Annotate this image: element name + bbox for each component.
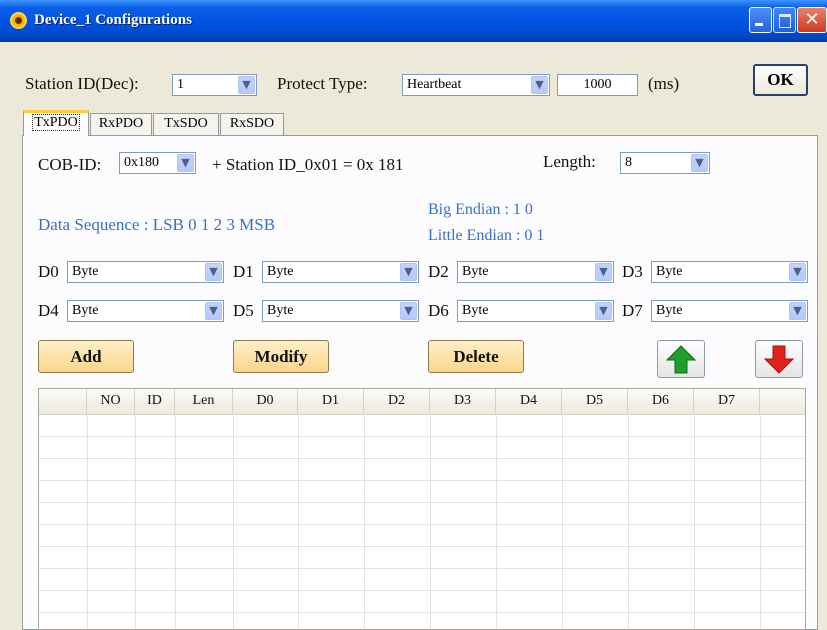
grid-line (496, 414, 497, 629)
d7-type-select[interactable]: Byte ▼ (651, 300, 808, 322)
protect-type-select[interactable]: Heartbeat ▼ (402, 74, 550, 96)
d2-type-select[interactable]: Byte ▼ (457, 261, 614, 283)
d6-label: D6 (428, 301, 449, 320)
d5-label: D5 (233, 301, 254, 320)
configuration-window: Device_1 Configurations ✕ Station ID(Dec… (0, 0, 827, 630)
d0-label: D0 (38, 262, 59, 281)
tab-rxsdo[interactable]: RxSDO (220, 113, 284, 135)
d2-label: D2 (428, 262, 449, 281)
chevron-down-icon[interactable]: ▼ (205, 263, 222, 281)
d1-type-select[interactable]: Byte ▼ (262, 261, 419, 283)
col-header-id[interactable]: ID (135, 389, 175, 414)
station-id-label: Station ID(Dec): (25, 74, 139, 93)
ok-button[interactable]: OK (753, 64, 808, 96)
pdo-table[interactable]: NO ID Len D0 D1 D2 D3 D4 D5 D6 D7 (38, 388, 806, 630)
big-endian-text: Big Endian : 1 0 (428, 201, 533, 218)
chevron-down-icon[interactable]: ▼ (400, 263, 417, 281)
row-selector-header (39, 389, 87, 414)
grid-line (87, 414, 88, 629)
col-header-d7[interactable]: D7 (694, 389, 760, 414)
grid-line (39, 524, 805, 525)
d1-label: D1 (233, 262, 254, 281)
col-header-d4[interactable]: D4 (496, 389, 562, 414)
add-button[interactable]: Add (38, 340, 134, 373)
grid-line (39, 612, 805, 613)
grid-line (760, 414, 761, 629)
col-header-len[interactable]: Len (175, 389, 233, 414)
move-down-button[interactable] (755, 340, 803, 378)
station-id-select[interactable]: 1 ▼ (172, 74, 257, 96)
cob-id-label: COB-ID: (38, 155, 102, 174)
delete-button[interactable]: Delete (428, 340, 524, 373)
d7-label: D7 (622, 301, 643, 320)
length-select[interactable]: 8 ▼ (620, 152, 710, 174)
col-header-no[interactable]: NO (87, 389, 135, 414)
grid-line (298, 414, 299, 629)
col-header-d1[interactable]: D1 (298, 389, 364, 414)
d3-label: D3 (622, 262, 643, 281)
interval-input[interactable]: 1000 (557, 74, 638, 96)
chevron-down-icon[interactable]: ▼ (238, 76, 255, 94)
modify-button[interactable]: Modify (233, 340, 329, 373)
table-header: NO ID Len D0 D1 D2 D3 D4 D5 D6 D7 (39, 389, 805, 415)
cob-id-select[interactable]: 0x180 ▼ (119, 152, 196, 174)
grid-line (562, 414, 563, 629)
little-endian-text: Little Endian : 0 1 (428, 227, 545, 244)
grid-line (39, 436, 805, 437)
data-sequence-text: Data Sequence : LSB 0 1 2 3 MSB (38, 215, 276, 234)
tab-txsdo[interactable]: TxSDO (153, 113, 219, 135)
grid-line (39, 568, 805, 569)
d3-type-select[interactable]: Byte ▼ (651, 261, 808, 283)
chevron-down-icon[interactable]: ▼ (595, 263, 612, 281)
grid-line (694, 414, 695, 629)
grid-line (39, 480, 805, 481)
d4-label: D4 (38, 301, 59, 320)
col-header-d6[interactable]: D6 (628, 389, 694, 414)
grid-line (233, 414, 234, 629)
chevron-down-icon[interactable]: ▼ (205, 302, 222, 320)
grid-line (175, 414, 176, 629)
d5-type-select[interactable]: Byte ▼ (262, 300, 419, 322)
grid-line (39, 546, 805, 547)
chevron-down-icon[interactable]: ▼ (789, 302, 806, 320)
length-label: Length: (543, 152, 596, 171)
gear-icon (10, 12, 27, 29)
chevron-down-icon[interactable]: ▼ (400, 302, 417, 320)
maximize-button[interactable] (773, 7, 796, 33)
chevron-down-icon[interactable]: ▼ (691, 154, 708, 172)
d4-type-select[interactable]: Byte ▼ (67, 300, 224, 322)
grid-line (39, 590, 805, 591)
col-header-d2[interactable]: D2 (364, 389, 430, 414)
grid-line (39, 458, 805, 459)
chevron-down-icon[interactable]: ▼ (531, 76, 548, 94)
grid-line (628, 414, 629, 629)
interval-unit-label: (ms) (648, 74, 680, 93)
grid-line (39, 502, 805, 503)
grid-line (135, 414, 136, 629)
cob-id-result: + Station ID_0x01 = 0x 181 (212, 155, 404, 174)
green-up-arrow-icon (665, 345, 697, 374)
red-down-arrow-icon (763, 345, 795, 374)
close-button[interactable]: ✕ (797, 7, 827, 33)
d0-type-select[interactable]: Byte ▼ (67, 261, 224, 283)
grid-line (364, 414, 365, 629)
title-bar[interactable]: Device_1 Configurations ✕ (0, 0, 827, 42)
tab-txpdo[interactable]: TxPDO (23, 110, 89, 136)
chevron-down-icon[interactable]: ▼ (789, 263, 806, 281)
d6-type-select[interactable]: Byte ▼ (457, 300, 614, 322)
minimize-button[interactable] (749, 7, 772, 33)
move-up-button[interactable] (657, 340, 705, 378)
chevron-down-icon[interactable]: ▼ (177, 154, 194, 172)
col-header-d3[interactable]: D3 (430, 389, 496, 414)
chevron-down-icon[interactable]: ▼ (595, 302, 612, 320)
protect-type-label: Protect Type: (277, 74, 368, 93)
grid-line (430, 414, 431, 629)
col-header-d5[interactable]: D5 (562, 389, 628, 414)
col-header-d0[interactable]: D0 (233, 389, 298, 414)
tab-rxpdo[interactable]: RxPDO (90, 113, 152, 135)
window-title: Device_1 Configurations (34, 12, 192, 28)
